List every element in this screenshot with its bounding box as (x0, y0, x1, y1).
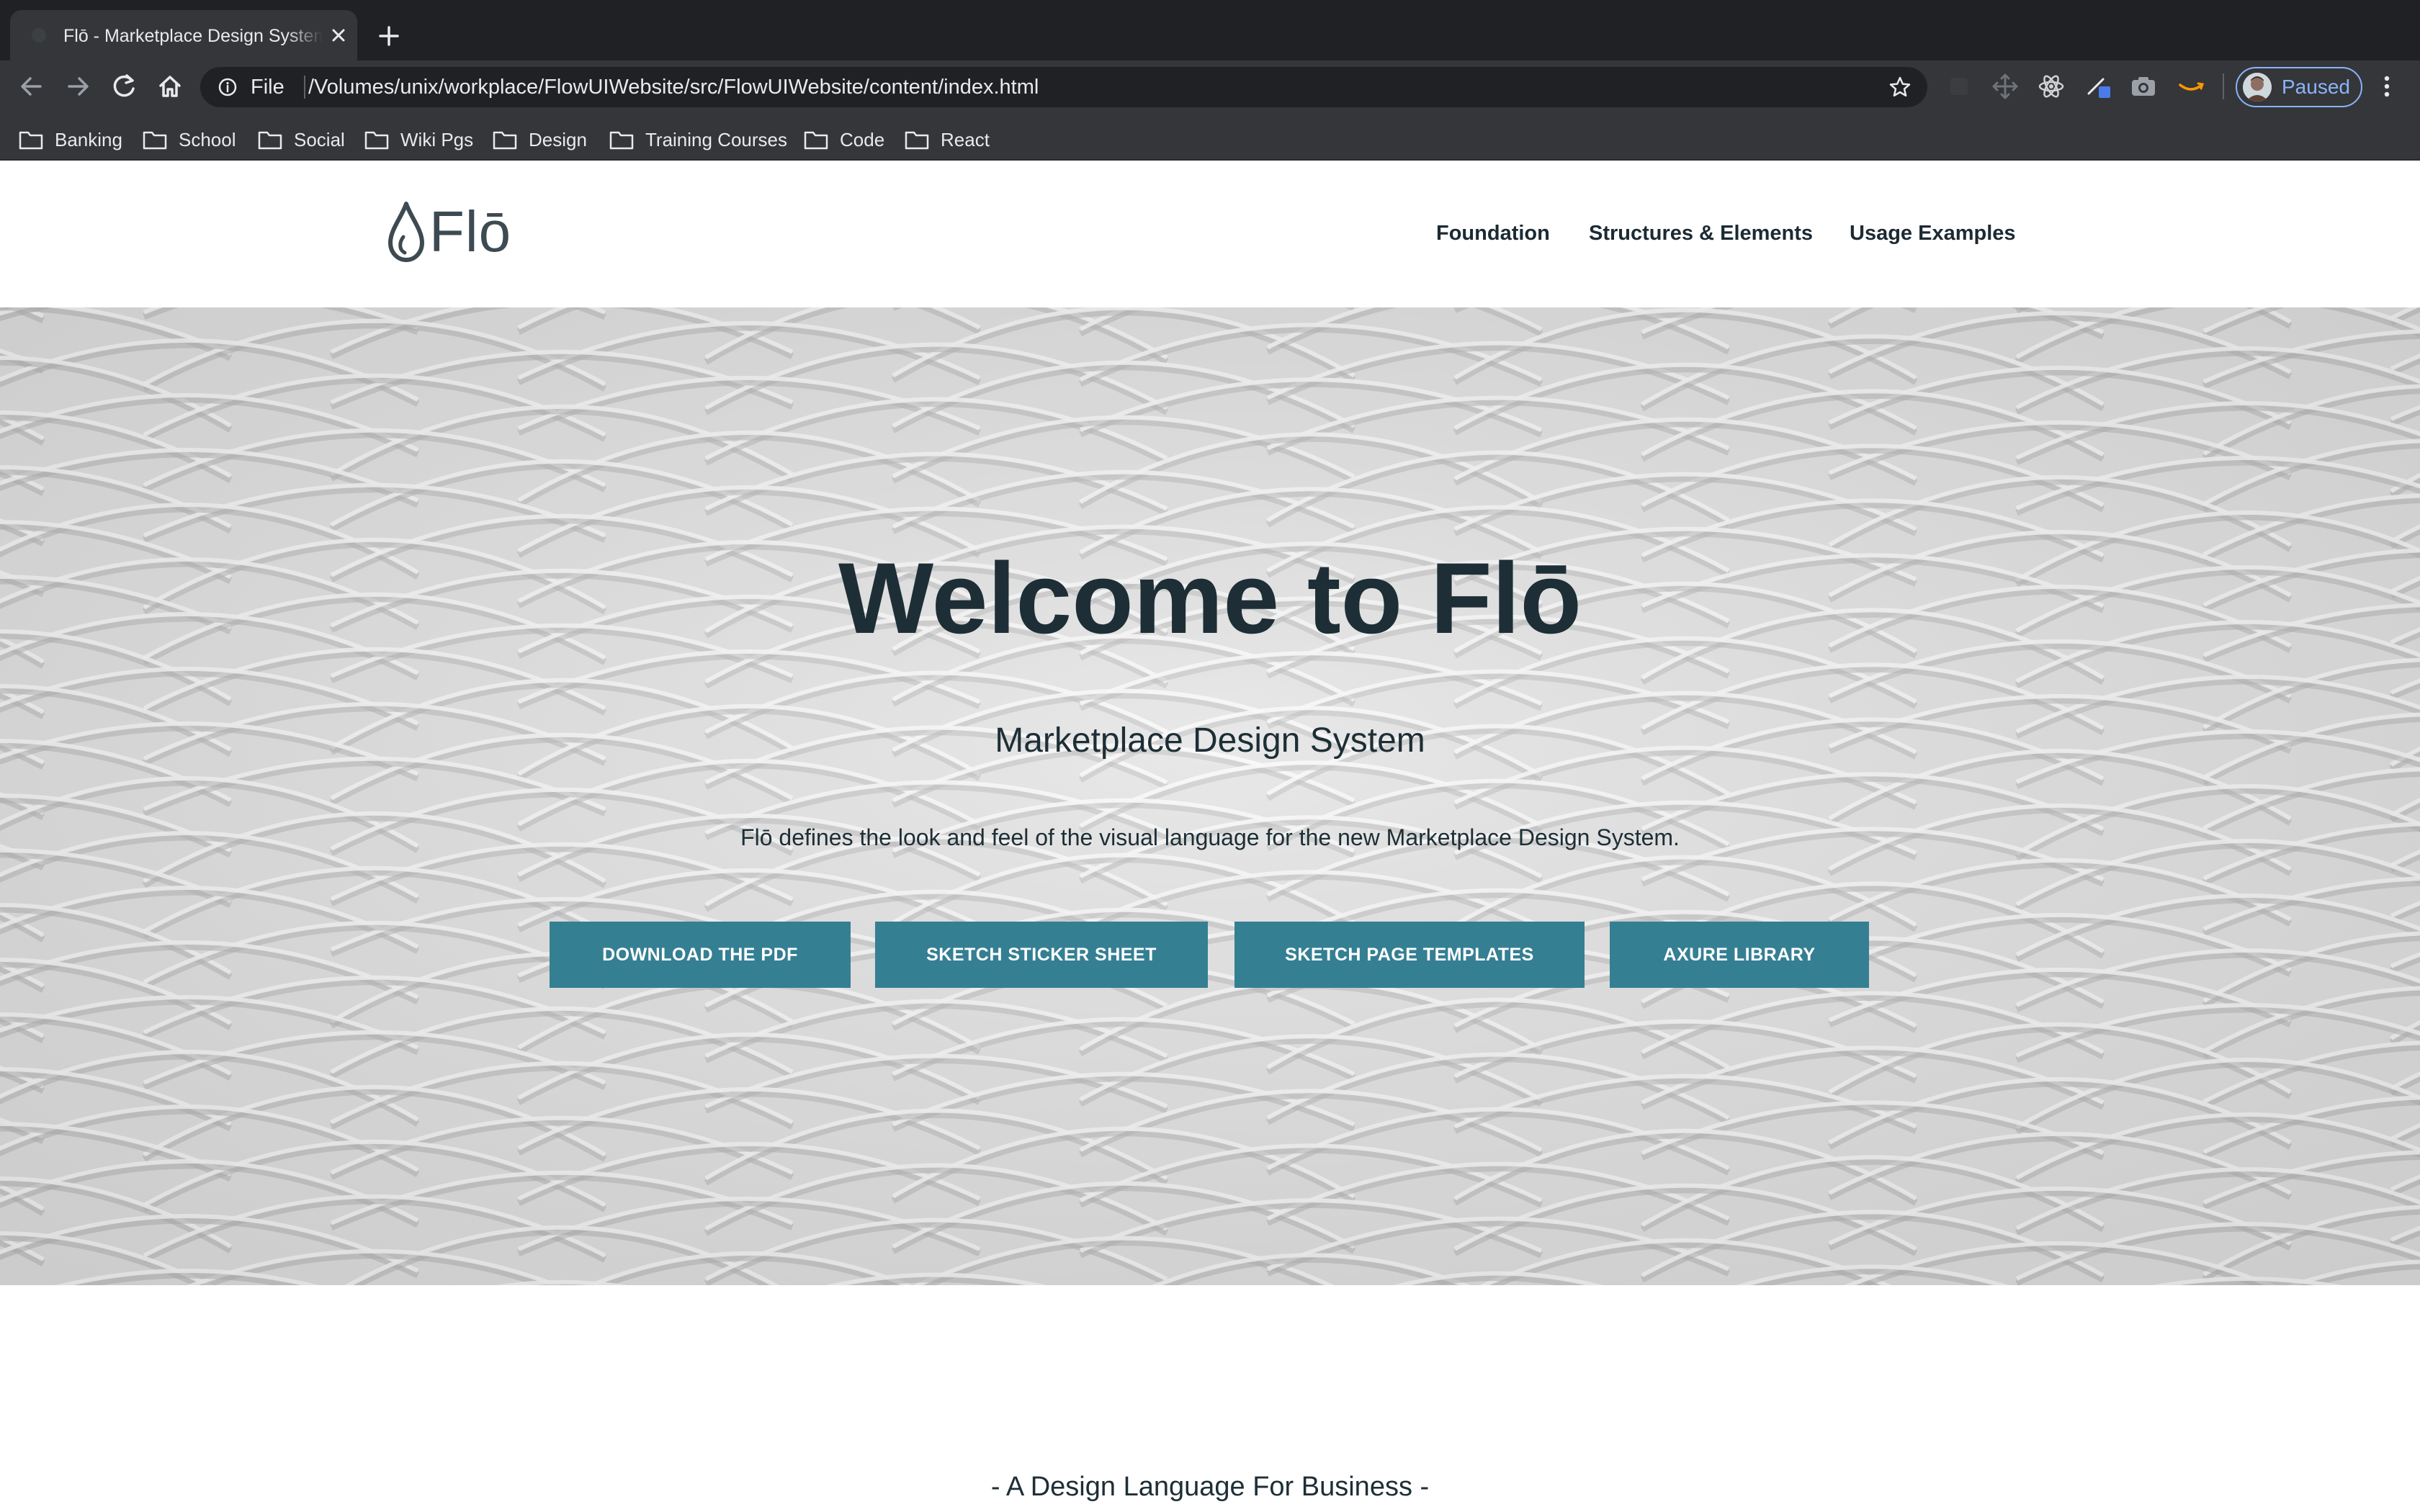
pen-tool-extension-icon[interactable] (2084, 72, 2113, 101)
close-tab-icon[interactable] (327, 24, 350, 47)
bookmark-label: React (941, 129, 990, 150)
bookmark-label: School (179, 129, 236, 150)
bookmarks-bar: Banking School Social Wiki Pgs Design Tr… (0, 120, 2420, 160)
bookmark-label: Design (529, 129, 587, 150)
hero-title: Welcome to Flō (838, 541, 1582, 654)
move-extension-icon[interactable] (1991, 72, 2020, 101)
folder-icon (609, 131, 634, 150)
sketch-sticker-sheet-button[interactable]: SKETCH STICKER SHEET (875, 922, 1208, 988)
toolbar-divider (2223, 73, 2224, 99)
bookmark-training-courses[interactable]: Training Courses (609, 120, 787, 160)
camera-icon[interactable] (2129, 72, 2158, 101)
bookmark-label: Training Courses (645, 129, 788, 150)
info-icon[interactable] (218, 77, 238, 97)
folder-icon (804, 131, 828, 150)
hero-background-image (0, 307, 2420, 1285)
folder-icon (493, 131, 517, 150)
nav-foundation[interactable]: Foundation (1436, 221, 1550, 246)
hero-description: Flō defines the look and feel of the vis… (740, 824, 1680, 850)
bookmark-label: Code (840, 129, 885, 150)
bookmark-design[interactable]: Design (493, 120, 587, 160)
bookmark-react[interactable]: React (905, 120, 990, 160)
folder-icon (258, 131, 282, 150)
tab-title: Flō - Marketplace Design System (63, 26, 323, 46)
active-tab[interactable]: Flō - Marketplace Design System (10, 10, 357, 60)
address-bar[interactable]: File /Volumes/unix/workplace/FlowUIWebsi… (200, 67, 1927, 107)
new-tab-icon[interactable] (375, 22, 403, 50)
hero-subtitle: Marketplace Design System (995, 721, 1425, 760)
download-pdf-button[interactable]: DOWNLOAD THE PDF (550, 922, 851, 988)
profile-status: Paused (2282, 76, 2350, 98)
folder-icon (364, 131, 389, 150)
water-drop-icon (388, 202, 424, 262)
axure-library-button[interactable]: AXURE LIBRARY (1610, 922, 1869, 988)
avatar (2243, 73, 2272, 102)
bookmark-label: Wiki Pgs (400, 129, 474, 150)
bookmark-banking[interactable]: Banking (19, 120, 122, 160)
forward-icon[interactable] (60, 69, 95, 104)
bookmark-social[interactable]: Social (258, 120, 345, 160)
profile-button[interactable]: Paused (2236, 67, 2362, 107)
bookmark-label: Banking (55, 129, 122, 150)
bookmark-code[interactable]: Code (804, 120, 884, 160)
home-icon[interactable] (153, 69, 187, 104)
favicon-icon (32, 28, 46, 42)
logo-text: Flō (429, 199, 512, 264)
back-icon[interactable] (14, 69, 49, 104)
omnibox-divider (304, 76, 305, 99)
url-scheme: File (251, 76, 284, 99)
bookmark-wiki-pgs[interactable]: Wiki Pgs (364, 120, 473, 160)
bookmark-label: Social (294, 129, 345, 150)
section-heading: - A Design Language For Business - (990, 1472, 1430, 1502)
folder-icon (905, 131, 929, 150)
extension-blank-icon[interactable] (1945, 72, 1973, 101)
url-text[interactable]: /Volumes/unix/workplace/FlowUIWebsite/sr… (308, 75, 1039, 99)
react-devtools-icon[interactable] (2037, 72, 2066, 101)
more-icon[interactable] (2378, 72, 2396, 101)
site-logo[interactable]: Flō (386, 199, 511, 264)
folder-icon (19, 131, 43, 150)
hero-section: Welcome to Flō Marketplace Design System… (0, 307, 2420, 1285)
nav-structures-elements[interactable]: Structures & Elements (1589, 221, 1813, 246)
tab-strip: Flō - Marketplace Design System (0, 0, 2420, 60)
sketch-page-templates-button[interactable]: SKETCH PAGE TEMPLATES (1234, 922, 1585, 988)
amazon-assistant-icon[interactable] (2177, 72, 2205, 101)
bookmark-school[interactable]: School (143, 120, 236, 160)
folder-icon (143, 131, 167, 150)
nav-usage-examples[interactable]: Usage Examples (1850, 221, 2016, 246)
site-header: Flō Foundation Structures & Elements Usa… (0, 161, 2420, 307)
reload-icon[interactable] (107, 69, 141, 104)
star-icon[interactable] (1888, 76, 1912, 99)
